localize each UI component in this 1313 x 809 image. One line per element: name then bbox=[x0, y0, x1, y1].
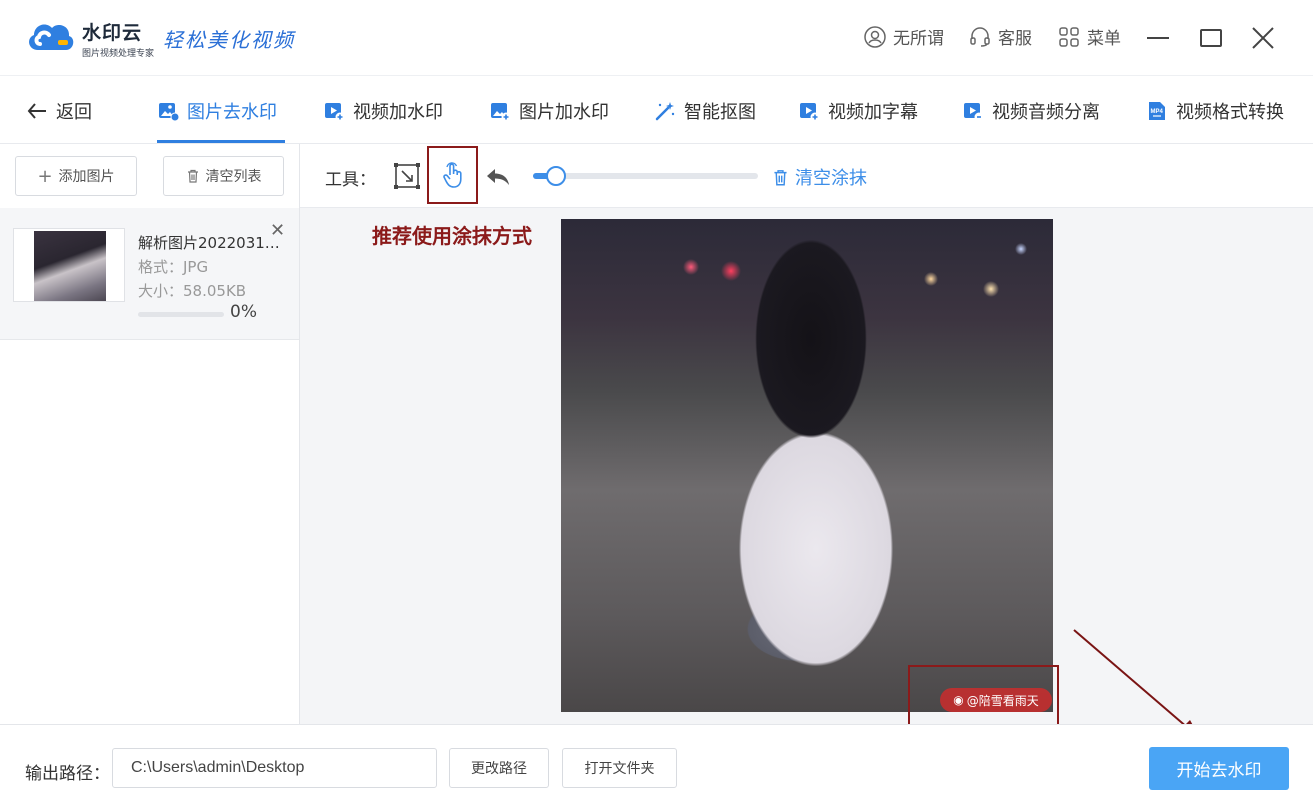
progress-text: 0% bbox=[230, 302, 257, 322]
user-icon bbox=[864, 25, 886, 48]
rectangle-select-icon[interactable] bbox=[393, 162, 421, 190]
close-icon[interactable] bbox=[1250, 25, 1276, 51]
brush-size-slider[interactable] bbox=[533, 173, 758, 179]
title-bar: 水印云 图片视频处理专家 轻松美化视频 无所谓 客服 菜单 bbox=[0, 0, 1313, 76]
plus-icon: + bbox=[37, 165, 53, 187]
tab-video-subtitles[interactable]: 视频加字幕 bbox=[798, 98, 918, 124]
brand: 水印云 图片视频处理专家 bbox=[82, 18, 154, 59]
svg-text:MP4: MP4 bbox=[1151, 109, 1164, 115]
video-plus-icon bbox=[325, 103, 345, 122]
start-remove-watermark-button[interactable]: 开始去水印 bbox=[1149, 747, 1289, 790]
image-thumbnail bbox=[13, 228, 125, 302]
app-subtitle: 图片视频处理专家 bbox=[82, 49, 155, 59]
trash-icon bbox=[774, 169, 787, 186]
video-audio-icon bbox=[964, 103, 984, 122]
customer-service-button[interactable]: 客服 bbox=[968, 24, 1032, 49]
tab-label: 视频音频分离 bbox=[992, 102, 1100, 123]
photo-background-lights bbox=[561, 219, 1053, 309]
image-icon bbox=[159, 103, 179, 122]
add-image-label: 添加图片 bbox=[58, 169, 115, 185]
tab-image-remove-watermark[interactable]: 图片去水印 bbox=[157, 98, 277, 124]
app-name: 水印云 bbox=[82, 22, 143, 44]
output-path-label: 输出路径： bbox=[25, 764, 110, 784]
thumbnail-image bbox=[34, 231, 106, 301]
image-plus-icon bbox=[491, 103, 511, 122]
hand-brush-icon[interactable] bbox=[439, 161, 467, 189]
tab-label: 图片加水印 bbox=[519, 102, 609, 123]
back-label: 返回 bbox=[56, 102, 92, 123]
clear-brush-label: 清空涂抹 bbox=[795, 168, 867, 189]
tool-label: 工具： bbox=[325, 170, 376, 190]
headset-icon bbox=[970, 26, 990, 47]
grid-menu-icon bbox=[1059, 26, 1079, 47]
minimize-icon[interactable] bbox=[1145, 25, 1171, 51]
active-tab-indicator bbox=[157, 140, 285, 143]
tab-label: 视频加字幕 bbox=[828, 102, 918, 123]
add-image-button[interactable]: + 添加图片 bbox=[15, 156, 137, 196]
back-button[interactable]: 返回 bbox=[26, 98, 92, 124]
maximize-icon[interactable] bbox=[1198, 25, 1224, 51]
trash-icon bbox=[187, 169, 198, 183]
tab-label: 图片去水印 bbox=[187, 102, 277, 123]
open-folder-button[interactable]: 打开文件夹 bbox=[562, 748, 677, 788]
tab-audio-separation[interactable]: 视频音频分离 bbox=[962, 98, 1100, 124]
remove-file-icon[interactable]: ✕ bbox=[270, 220, 285, 241]
menu-label: 菜单 bbox=[1087, 29, 1121, 49]
tab-label: 智能抠图 bbox=[684, 102, 756, 123]
clear-brush-button[interactable]: 清空涂抹 bbox=[772, 164, 867, 190]
watermark-highlight-box bbox=[908, 665, 1059, 727]
user-account-button[interactable]: 无所谓 bbox=[863, 24, 944, 49]
user-label: 无所谓 bbox=[893, 29, 944, 49]
undo-icon[interactable] bbox=[484, 163, 512, 191]
magic-wand-icon bbox=[655, 102, 675, 121]
footer-bar: 输出路径： C:\Users\admin\Desktop 更改路径 打开文件夹 … bbox=[0, 724, 1313, 809]
tab-format-conversion[interactable]: MP4 视频格式转换 bbox=[1146, 98, 1284, 124]
change-path-button[interactable]: 更改路径 bbox=[449, 748, 549, 788]
tab-image-add-watermark[interactable]: 图片加水印 bbox=[489, 98, 609, 124]
cloud-logo-icon bbox=[29, 24, 74, 50]
tab-label: 视频格式转换 bbox=[1176, 102, 1284, 123]
tool-bar: 工具： 清空涂抹 bbox=[300, 144, 1313, 208]
list-item[interactable]: 解析图片2022031… 格式：JPG 大小：58.05KB 0% ✕ bbox=[0, 208, 299, 340]
tab-smart-cutout[interactable]: 智能抠图 bbox=[654, 98, 756, 124]
file-list-panel: + 添加图片 清空列表 解析图片2022031… 格式：JPG 大小：58.05… bbox=[0, 144, 300, 724]
app-slogan: 轻松美化视频 bbox=[163, 28, 295, 52]
file-format: 格式：JPG bbox=[138, 258, 209, 276]
clear-list-label: 清空列表 bbox=[205, 169, 262, 185]
clear-list-button[interactable]: 清空列表 bbox=[163, 156, 284, 196]
tab-video-add-watermark[interactable]: 视频加水印 bbox=[323, 98, 443, 124]
arrow-left-icon bbox=[27, 103, 46, 119]
tab-bar: 返回 图片去水印 视频加水印 图片加水印 智能抠图 视频加字幕 视频音频分离 M… bbox=[0, 76, 1313, 144]
menu-button[interactable]: 菜单 bbox=[1057, 24, 1121, 49]
mp4-file-icon: MP4 bbox=[1149, 102, 1165, 120]
file-name: 解析图片2022031… bbox=[138, 234, 280, 252]
preview-photo[interactable] bbox=[561, 219, 1053, 712]
output-path-field[interactable]: C:\Users\admin\Desktop bbox=[112, 748, 437, 788]
file-size: 大小：58.05KB bbox=[138, 282, 247, 300]
tab-label: 视频加水印 bbox=[353, 102, 443, 123]
progress-bar bbox=[138, 312, 224, 317]
video-subtitle-icon bbox=[800, 103, 820, 122]
service-label: 客服 bbox=[998, 29, 1032, 49]
brush-size-handle[interactable] bbox=[546, 166, 566, 186]
annotation-hint: 推荐使用涂抹方式 bbox=[372, 224, 532, 248]
